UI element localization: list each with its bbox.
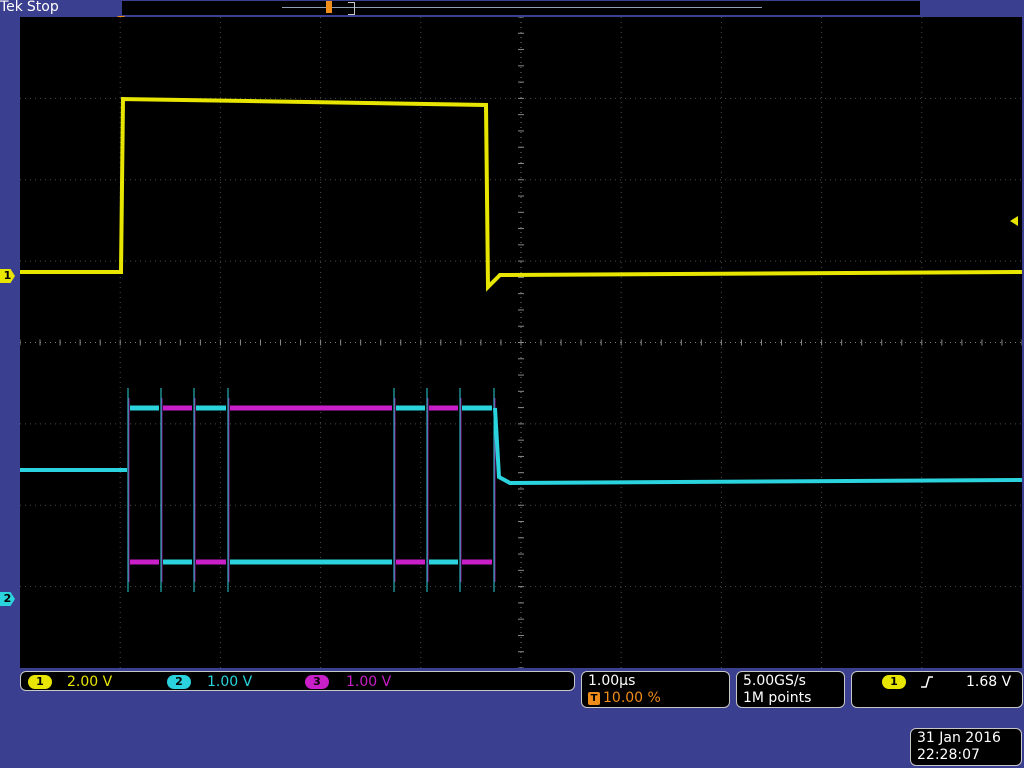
ch3-scale[interactable]: 1.00 V (346, 673, 391, 691)
ch1-scale[interactable]: 2.00 V (67, 673, 112, 691)
ch3-badge[interactable]: 3 (305, 675, 329, 689)
horizontal-scale: 1.00µs (588, 673, 636, 689)
date-time-readout: 31 Jan 2016 22:28:07 (910, 728, 1022, 766)
trigger-source-badge: 1 (882, 675, 906, 689)
horizontal-readout[interactable]: 1.00µs T 10.00 % (581, 671, 730, 708)
record-view-bar[interactable] (122, 1, 920, 15)
ch2-idle-after (493, 407, 1022, 486)
brand-logo: Tek (0, 0, 23, 15)
trigger-readout[interactable]: 1 1.68 V (851, 671, 1023, 708)
time: 22:28:07 (917, 747, 980, 763)
channel-readout-bar: 1 2.00 V 2 1.00 V 3 1.00 V (20, 671, 575, 691)
graticule-and-waveforms (20, 17, 1022, 668)
horizontal-position: T 10.00 % (588, 690, 661, 707)
ch2-ground-marker[interactable]: 2 (0, 592, 15, 606)
record-length: 1M points (743, 690, 812, 706)
horizontal-position-value: 10.00 % (603, 690, 661, 706)
record-trigger-mark (326, 1, 332, 13)
sample-rate: 5.00GS/s (743, 673, 806, 689)
trigger-tag-icon: T (588, 691, 600, 705)
acquisition-status[interactable]: Stop (27, 0, 59, 15)
acquisition-readout[interactable]: 5.00GS/s 1M points (736, 671, 845, 708)
waveform-display (20, 17, 1022, 668)
record-view-bracket (348, 2, 355, 15)
brand-status: Tek Stop (0, 0, 59, 16)
date: 31 Jan 2016 (917, 730, 1001, 746)
rising-edge-icon (921, 676, 933, 688)
ch1-badge[interactable]: 1 (28, 675, 52, 689)
top-status-bar: Tek Stop (0, 0, 1024, 17)
trigger-level-value: 1.68 V (966, 674, 1012, 690)
ch2-badge[interactable]: 2 (167, 675, 191, 689)
ch2-scale[interactable]: 1.00 V (207, 673, 252, 691)
trigger-level-marker[interactable] (1010, 216, 1018, 226)
graticule (20, 17, 1022, 668)
ch1-ground-marker[interactable]: 1 (0, 269, 15, 283)
